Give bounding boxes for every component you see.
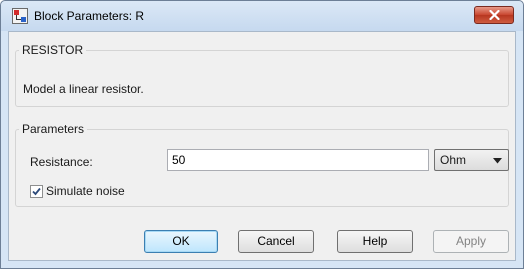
window-title: Block Parameters: R: [34, 9, 145, 23]
simulate-noise-checkbox[interactable]: [30, 185, 43, 198]
help-button[interactable]: Help: [337, 230, 413, 253]
unit-dropdown[interactable]: Ohm: [434, 149, 509, 171]
simulate-noise-label[interactable]: Simulate noise: [46, 184, 125, 198]
description-group: [15, 50, 509, 107]
resistance-label: Resistance:: [30, 155, 93, 169]
parameters-title: Parameters: [19, 122, 88, 136]
chevron-down-icon: [493, 158, 502, 164]
checkmark-icon: [32, 187, 41, 196]
title-bar[interactable]: Block Parameters: R: [1, 1, 523, 31]
simulink-block-icon: [12, 8, 28, 24]
apply-button[interactable]: Apply: [433, 230, 509, 253]
dialog-window: Block Parameters: R RESISTOR Model a lin…: [0, 0, 524, 269]
block-name-title: RESISTOR: [19, 43, 87, 57]
cancel-button[interactable]: Cancel: [238, 230, 314, 253]
block-description: Model a linear resistor.: [23, 82, 144, 96]
dialog-body: RESISTOR Model a linear resistor. Parame…: [8, 31, 516, 261]
ok-button[interactable]: OK: [144, 230, 218, 253]
close-icon: [489, 10, 500, 20]
resistance-input[interactable]: [167, 149, 429, 171]
close-button[interactable]: [474, 6, 514, 24]
unit-selected-value: Ohm: [440, 153, 467, 167]
